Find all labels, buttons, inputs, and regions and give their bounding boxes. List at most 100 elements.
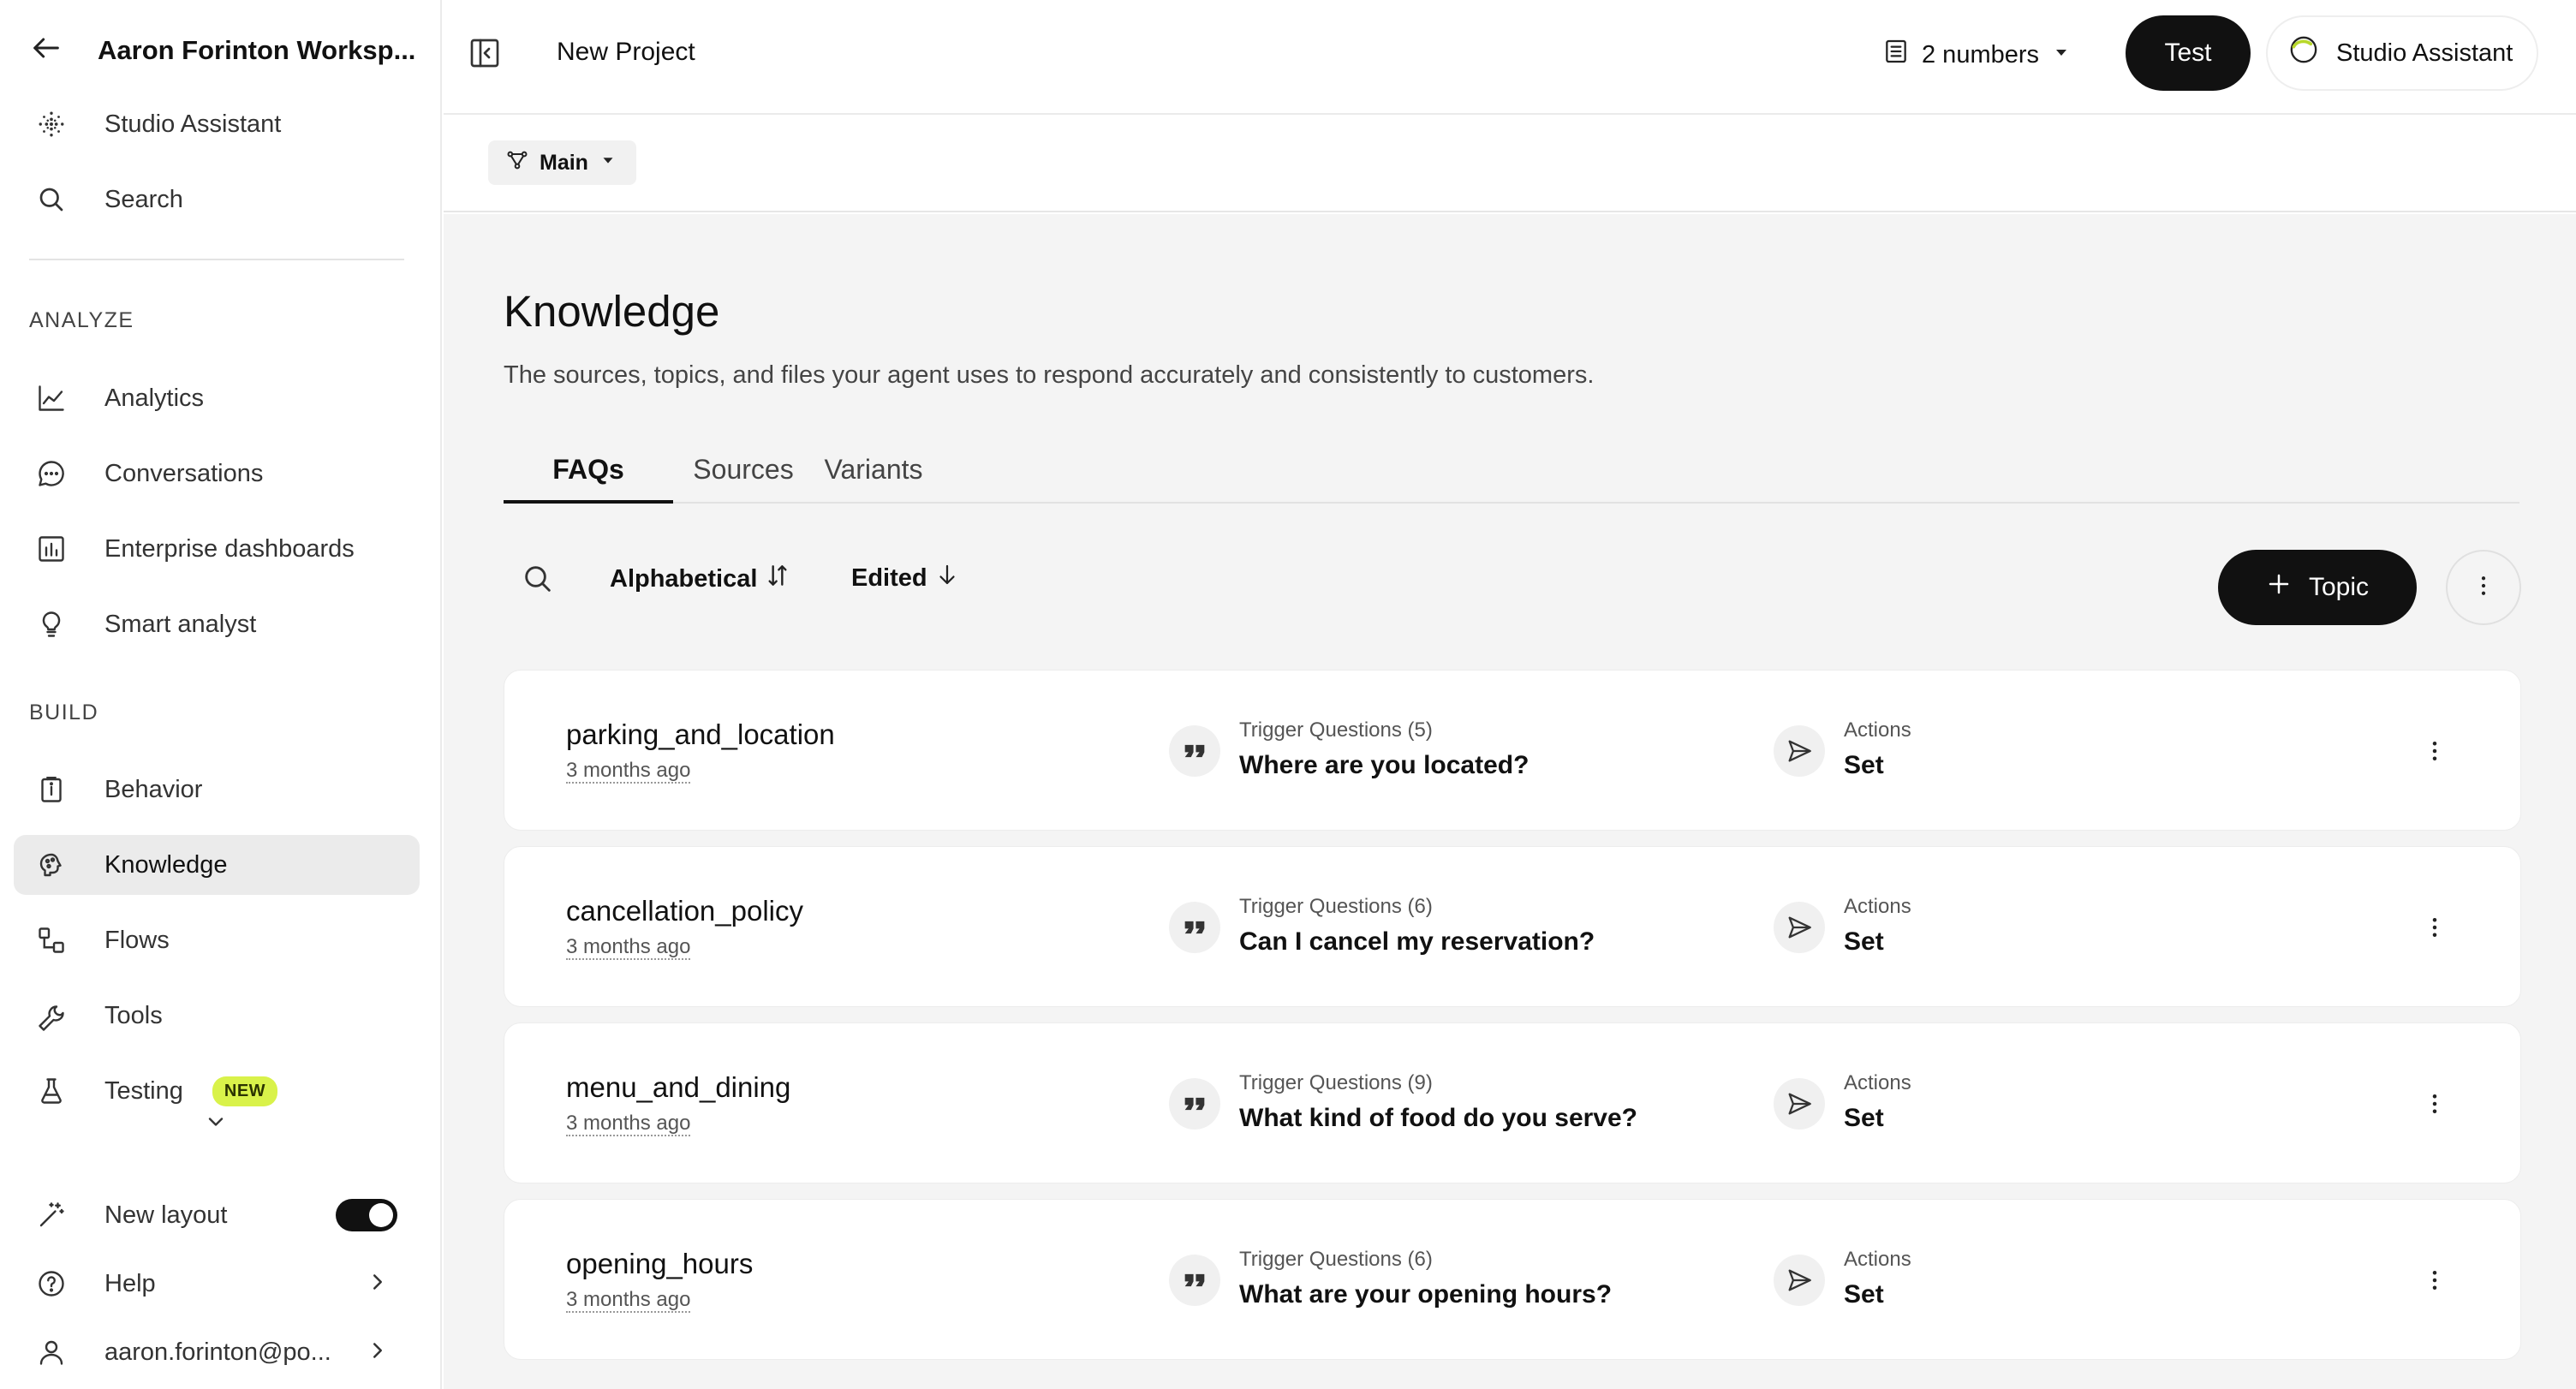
quote-icon [1169, 1255, 1220, 1306]
help-icon [34, 1267, 69, 1301]
section-header-analyze: ANALYZE [29, 308, 134, 332]
sidebar: Aaron Forinton Worksp... Studio Assistan… [0, 0, 442, 1389]
actions-value: Set [1844, 751, 1884, 779]
sidebar-item-search[interactable]: Search [14, 170, 420, 230]
sidebar-item-analytics[interactable]: Analytics [14, 368, 420, 428]
collapse-sidebar-icon[interactable] [468, 36, 502, 70]
sidebar-item-label: Flows [104, 926, 170, 954]
topic-card[interactable]: parking_and_location 3 months ago Trigge… [504, 670, 2521, 831]
add-topic-button[interactable]: Topic [2218, 550, 2417, 625]
trigger-question: Can I cancel my reservation? [1239, 927, 1595, 956]
page-description: The sources, topics, and files your agen… [504, 361, 1595, 389]
sparkle-dots-icon [34, 107, 69, 141]
tab-sources[interactable]: Sources [690, 447, 796, 504]
topic-edited-time: 3 months ago [566, 1288, 691, 1314]
sidebar-divider [29, 259, 404, 260]
topic-card[interactable]: cancellation_policy 3 months ago Trigger… [504, 846, 2521, 1007]
topic-edited-time: 3 months ago [566, 759, 691, 784]
new-layout-toggle[interactable] [336, 1199, 397, 1231]
sidebar-item-label: Studio Assistant [104, 110, 282, 138]
sort-alphabetical-label: Alphabetical [610, 564, 758, 593]
topic-name: parking_and_location [566, 718, 835, 750]
sidebar-item-flows[interactable]: Flows [14, 910, 420, 970]
sidebar-item-new-layout: New layout [14, 1185, 420, 1245]
sub-bar: Main [444, 116, 2576, 212]
magic-wand-icon [34, 1198, 69, 1232]
branch-icon [505, 148, 529, 178]
sidebar-item-label: Tools [104, 1001, 163, 1029]
flask-icon [34, 1074, 69, 1108]
quote-icon [1169, 725, 1220, 777]
user-icon [34, 1335, 69, 1369]
topic-card[interactable]: menu_and_dining 3 months ago Trigger Que… [504, 1022, 2521, 1183]
more-vertical-icon[interactable] [2418, 1087, 2452, 1121]
studio-assistant-button[interactable]: Studio Assistant [2266, 15, 2538, 91]
topic-edited-time: 3 months ago [566, 935, 691, 961]
sidebar-item-enterprise-dashboards[interactable]: Enterprise dashboards [14, 519, 420, 579]
sidebar-item-knowledge[interactable]: Knowledge [14, 835, 420, 895]
sidebar-item-conversations[interactable]: Conversations [14, 444, 420, 504]
main-content: Knowledge The sources, topics, and files… [444, 214, 2576, 1389]
sidebar-item-label: Analytics [104, 384, 205, 412]
sidebar-item-user[interactable]: aaron.forinton@po... [14, 1322, 420, 1382]
sidebar-item-tools[interactable]: Tools [14, 986, 420, 1046]
tab-variants[interactable]: Variants [814, 447, 933, 504]
sidebar-item-label: Behavior [104, 775, 203, 803]
topic-name: cancellation_policy [566, 895, 804, 927]
search-icon [34, 182, 69, 217]
sidebar-item-label: Knowledge [104, 850, 228, 879]
numbers-dropdown[interactable]: 2 numbers [1882, 38, 2072, 72]
back-arrow-icon[interactable] [29, 31, 63, 69]
sidebar-item-help[interactable]: Help [14, 1254, 420, 1314]
topic-edited-time: 3 months ago [566, 1112, 691, 1137]
actions-label: Actions [1844, 1248, 1911, 1271]
project-title: New Project [557, 38, 695, 66]
caret-down-icon [599, 151, 617, 176]
line-chart-icon [34, 381, 69, 415]
more-vertical-icon[interactable] [2418, 734, 2452, 768]
sort-edited-label: Edited [851, 563, 927, 592]
document-list-icon [1882, 38, 1910, 72]
flow-icon [34, 923, 69, 957]
top-bar: New Project 2 numbers Test Studio Assist… [444, 0, 2576, 115]
studio-assistant-label: Studio Assistant [2336, 39, 2513, 67]
topic-card[interactable]: opening_hours 3 months ago Trigger Quest… [504, 1199, 2521, 1360]
chevron-right-icon [365, 1269, 391, 1299]
send-icon [1774, 902, 1825, 953]
sidebar-item-label: aaron.forinton@po... [104, 1338, 331, 1366]
sidebar-item-behavior[interactable]: Behavior [14, 760, 420, 820]
sort-edited-button[interactable]: Edited [851, 562, 960, 594]
workspace-header[interactable]: Aaron Forinton Worksp... [29, 31, 415, 69]
sort-alphabetical-button[interactable]: Alphabetical [610, 562, 791, 596]
section-header-build: BUILD [29, 700, 99, 724]
add-topic-label: Topic [2308, 573, 2370, 601]
actions-label: Actions [1844, 718, 1911, 742]
quote-icon [1169, 1078, 1220, 1130]
more-vertical-icon[interactable] [2418, 1263, 2452, 1297]
chevron-down-icon[interactable] [204, 1110, 228, 1138]
clipboard-icon [34, 772, 69, 807]
tab-faqs[interactable]: FAQs [504, 447, 673, 504]
quote-icon [1169, 902, 1220, 953]
trigger-questions-count: Trigger Questions (6) [1239, 1248, 1433, 1271]
workspace-title: Aaron Forinton Worksp... [98, 34, 416, 65]
search-icon[interactable] [521, 562, 555, 596]
sidebar-item-label: Smart analyst [104, 610, 257, 638]
test-button[interactable]: Test [2126, 15, 2251, 91]
trigger-question: Where are you located? [1239, 751, 1530, 779]
trigger-questions-count: Trigger Questions (5) [1239, 718, 1433, 742]
sidebar-item-smart-analyst[interactable]: Smart analyst [14, 594, 420, 654]
more-vertical-icon [2471, 573, 2496, 603]
more-options-button[interactable] [2446, 550, 2521, 625]
chevron-right-icon [365, 1338, 391, 1368]
topic-name: menu_and_dining [566, 1071, 791, 1103]
branch-label: Main [540, 150, 588, 175]
more-vertical-icon[interactable] [2418, 910, 2452, 945]
send-icon [1774, 1255, 1825, 1306]
send-icon [1774, 1078, 1825, 1130]
branch-selector[interactable]: Main [488, 140, 636, 185]
sidebar-item-studio-assistant[interactable]: Studio Assistant [14, 94, 420, 154]
actions-value: Set [1844, 927, 1884, 956]
sidebar-item-label: Testing [104, 1076, 183, 1105]
trigger-question: What kind of food do you serve? [1239, 1104, 1637, 1132]
